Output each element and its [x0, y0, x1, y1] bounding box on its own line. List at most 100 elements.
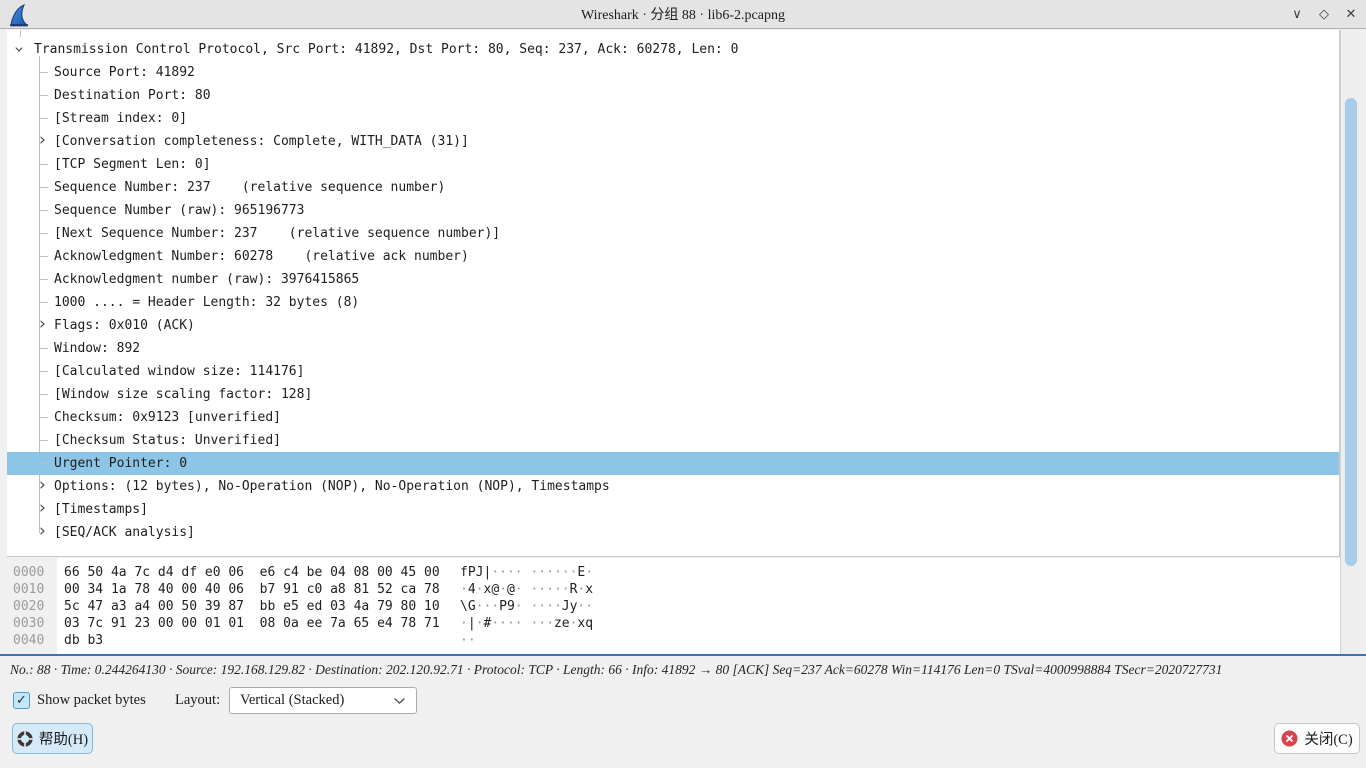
tree-branch-tick: [39, 360, 54, 383]
tree-row[interactable]: 1000 .... = Header Length: 32 bytes (8): [7, 291, 1339, 314]
tree-branch-tick: [39, 429, 54, 452]
hex-offset: 0010: [7, 581, 57, 598]
hex-bytes[interactable]: 03 7c 91 23 00 00 01 01 08 0a ee 7a 65 e…: [64, 615, 460, 632]
minimize-icon[interactable]: ∨: [1290, 7, 1304, 22]
tree-row-label: Source Port: 41892: [54, 65, 195, 80]
tree-branch-tick: [39, 153, 54, 176]
tree-row[interactable]: › [Conversation completeness: Complete, W…: [7, 130, 1339, 153]
tree-row[interactable]: [Checksum Status: Unverified]: [7, 429, 1339, 452]
chevron-collapsed-icon[interactable]: ›: [39, 523, 46, 540]
tree-row[interactable]: Sequence Number: 237 (relative sequence …: [7, 176, 1339, 199]
hex-offset: 0040: [7, 632, 57, 649]
scrollbar-thumb[interactable]: [1345, 98, 1357, 566]
hex-offset: 0020: [7, 598, 57, 615]
chevron-collapsed-icon[interactable]: ›: [39, 316, 46, 333]
hex-row[interactable]: 0000 66 50 4a 7c d4 df e0 06 e6 c4 be 04 …: [7, 564, 1340, 581]
hex-bytes[interactable]: db b3: [64, 632, 460, 649]
hex-ascii[interactable]: ·4·x@·@· ·····R·x: [460, 581, 593, 598]
hex-row[interactable]: 0010 00 34 1a 78 40 00 40 06 b7 91 c0 a8 …: [7, 581, 1340, 598]
tree-row-label: Acknowledgment number (raw): 3976415865: [54, 272, 359, 287]
tree-branch-tick: [39, 61, 54, 84]
tree-branch-tick: [39, 268, 54, 291]
tree-branch-tick: [39, 337, 54, 360]
tree-row[interactable]: [Stream index: 0]: [7, 107, 1339, 130]
tree-row-label: [SEQ/ACK analysis]: [54, 525, 195, 540]
tree-expander[interactable]: ›: [39, 314, 54, 337]
window-close-icon[interactable]: ✕: [1344, 7, 1358, 22]
hex-offset: 0030: [7, 615, 57, 632]
layout-dropdown[interactable]: Vertical (Stacked): [229, 687, 417, 714]
tree-branch-tick: [39, 452, 54, 475]
tree-row[interactable]: [Calculated window size: 114176]: [7, 360, 1339, 383]
tree-expander[interactable]: ›: [39, 498, 54, 521]
packet-bytes-pane[interactable]: 0000 66 50 4a 7c d4 df e0 06 e6 c4 be 04 …: [7, 558, 1340, 654]
tree-row-label: 1000 .... = Header Length: 32 bytes (8): [54, 295, 359, 310]
titlebar[interactable]: Wireshark · 分组 88 · lib6-2.pcapng ∨ ◇ ✕: [0, 0, 1366, 29]
tree-row[interactable]: ›Flags: 0x010 (ACK): [7, 314, 1339, 337]
tree-branch-tick: [39, 222, 54, 245]
tree-row[interactable]: [TCP Segment Len: 0]: [7, 153, 1339, 176]
tree-row[interactable]: Checksum: 0x9123 [unverified]: [7, 406, 1339, 429]
tree-branch-tick: [39, 383, 54, 406]
hex-offset: 0000: [7, 564, 57, 581]
tree-row[interactable]: ›Transmission Control Protocol, Src Port…: [7, 38, 1339, 61]
tree-expander[interactable]: ›: [39, 521, 54, 544]
dialog-controls: ✓ Show packet bytes Layout: Vertical (St…: [0, 686, 1366, 716]
tree-row[interactable]: Sequence Number (raw): 965196773: [7, 199, 1339, 222]
tree-row-label: [Conversation completeness: Complete, WI…: [54, 134, 469, 149]
tree-row-label: [TCP Segment Len: 0]: [54, 157, 211, 172]
close-circle-icon: [1281, 730, 1298, 747]
tree-row-label: [Next Sequence Number: 237 (relative seq…: [54, 226, 500, 241]
tree-row[interactable]: Source Port: 41892: [7, 61, 1339, 84]
help-lifebuoy-icon: [17, 731, 33, 747]
tree-row-label: Acknowledgment Number: 60278 (relative a…: [54, 249, 469, 264]
tree-row-label: Checksum: 0x9123 [unverified]: [54, 410, 281, 425]
hex-bytes[interactable]: 00 34 1a 78 40 00 40 06 b7 91 c0 a8 81 5…: [64, 581, 460, 598]
tree-row-label: [Timestamps]: [54, 502, 148, 517]
chevron-collapsed-icon[interactable]: ›: [39, 477, 46, 494]
show-packet-bytes-label[interactable]: Show packet bytes: [37, 692, 146, 709]
tree-branch-tick: [39, 245, 54, 268]
hex-ascii[interactable]: ··: [460, 632, 476, 649]
chevron-expanded-icon[interactable]: ›: [10, 45, 27, 52]
tree-row-label: Destination Port: 80: [54, 88, 211, 103]
tree-expander[interactable]: ›: [14, 38, 34, 61]
packet-detail-tree[interactable]: ›Transmission Control Protocol, Src Port…: [7, 30, 1340, 557]
tree-row[interactable]: [Next Sequence Number: 237 (relative seq…: [7, 222, 1339, 245]
tree-row[interactable]: › [Timestamps]: [7, 498, 1339, 521]
wireshark-packet-dialog: Wireshark · 分组 88 · lib6-2.pcapng ∨ ◇ ✕ …: [0, 0, 1366, 768]
tree-row[interactable]: [Window size scaling factor: 128]: [7, 383, 1339, 406]
hex-row[interactable]: 0040 db b3··: [7, 632, 1340, 649]
help-button[interactable]: 帮助(H): [12, 723, 93, 754]
hex-bytes[interactable]: 5c 47 a3 a4 00 50 39 87 bb e5 ed 03 4a 7…: [64, 598, 460, 615]
tree-branch-tick: [39, 199, 54, 222]
tree-row-label: [Window size scaling factor: 128]: [54, 387, 312, 402]
hex-ascii[interactable]: \G···P9· ····Jy··: [460, 598, 593, 615]
maximize-icon[interactable]: ◇: [1317, 7, 1331, 22]
hex-row[interactable]: 0020 5c 47 a3 a4 00 50 39 87 bb e5 ed 03 …: [7, 598, 1340, 615]
vertical-scrollbar[interactable]: [1340, 30, 1360, 654]
tree-row[interactable]: › [SEQ/ACK analysis]: [7, 521, 1339, 544]
tree-row-label: Sequence Number: 237 (relative sequence …: [54, 180, 445, 195]
tree-row[interactable]: Acknowledgment Number: 60278 (relative a…: [7, 245, 1339, 268]
hex-bytes[interactable]: 66 50 4a 7c d4 df e0 06 e6 c4 be 04 08 0…: [64, 564, 460, 581]
hex-ascii[interactable]: ·|·#···· ···ze·xq: [460, 615, 593, 632]
layout-dropdown-value: Vertical (Stacked): [240, 692, 344, 709]
tree-row[interactable]: Window: 892: [7, 337, 1339, 360]
show-packet-bytes-checkbox[interactable]: ✓: [13, 692, 30, 709]
tree-branch-tick: [39, 107, 54, 130]
hex-ascii[interactable]: fPJ|···· ······E·: [460, 564, 593, 581]
tree-row-label: [Checksum Status: Unverified]: [54, 433, 281, 448]
tree-row[interactable]: ›Options: (12 bytes), No-Operation (NOP)…: [7, 475, 1339, 498]
close-button[interactable]: 关闭(C): [1274, 723, 1360, 754]
tree-row[interactable]: Urgent Pointer: 0: [7, 452, 1339, 475]
layout-label: Layout:: [175, 692, 220, 709]
chevron-collapsed-icon[interactable]: ›: [39, 500, 46, 517]
tree-expander[interactable]: ›: [39, 130, 54, 153]
chevron-collapsed-icon[interactable]: ›: [39, 132, 46, 149]
hex-row[interactable]: 0030 03 7c 91 23 00 00 01 01 08 0a ee 7a …: [7, 615, 1340, 632]
close-button-label: 关闭(C): [1304, 728, 1352, 749]
tree-expander[interactable]: ›: [39, 475, 54, 498]
tree-row[interactable]: Acknowledgment number (raw): 3976415865: [7, 268, 1339, 291]
tree-row[interactable]: Destination Port: 80: [7, 84, 1339, 107]
